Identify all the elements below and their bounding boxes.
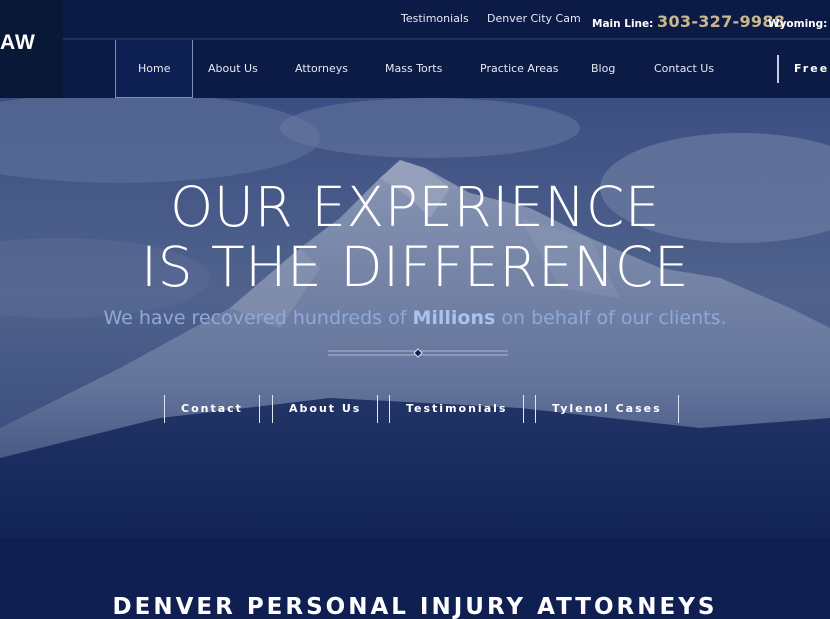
nav-item-mass-torts[interactable]: Mass Torts <box>385 40 442 98</box>
wyoming-label: Wyoming: <box>768 18 828 30</box>
tagline-text-before: We have recovered hundreds of <box>103 307 407 329</box>
logo-container[interactable]: AW <box>0 0 63 98</box>
hero-button-tylenol-cases[interactable]: Tylenol Cases <box>535 395 679 423</box>
tagline-highlight: Millions <box>412 307 496 329</box>
logo-text[interactable]: AW <box>0 31 36 55</box>
wyoming-phone[interactable]: Wyoming: 3 <box>768 12 830 31</box>
nav-divider <box>777 55 779 83</box>
free-consultation-button[interactable]: Free <box>794 40 829 98</box>
nav-item-contact-us[interactable]: Contact Us <box>654 40 714 98</box>
nav-item-practice-areas[interactable]: Practice Areas <box>480 40 558 98</box>
nav-item-blog[interactable]: Blog <box>591 40 615 98</box>
hero-section: OUR EXPERIENCE IS THE DIFFERENCE We have… <box>0 98 830 538</box>
main-navigation: Home About Us Attorneys Mass Torts Pract… <box>63 40 830 98</box>
hero-button-about-us[interactable]: About Us <box>272 395 379 423</box>
hero-headline-line1: OUR EXPERIENCE <box>169 175 661 239</box>
main-line-label: Main Line: <box>592 18 654 30</box>
tagline-text-after: on behalf of our clients. <box>501 307 727 329</box>
main-line-number[interactable]: 303-327-9988 <box>657 12 785 31</box>
top-link-denver-city-cam[interactable]: Denver City Cam <box>487 12 581 25</box>
diamond-divider-icon <box>328 348 508 358</box>
nav-item-about-us[interactable]: About Us <box>208 40 258 98</box>
hero-button-contact[interactable]: Contact <box>164 395 260 423</box>
main-line-phone[interactable]: Main Line: 303-327-9988 <box>592 12 785 31</box>
hero-headline-line2: IS THE DIFFERENCE <box>140 235 690 299</box>
nav-item-home[interactable]: Home <box>115 40 194 98</box>
hero-tagline: We have recovered hundreds of Millions o… <box>0 307 830 329</box>
nav-item-attorneys[interactable]: Attorneys <box>295 40 348 98</box>
hero-button-testimonials[interactable]: Testimonials <box>389 395 525 423</box>
top-link-testimonials[interactable]: Testimonials <box>401 12 469 25</box>
section-title: DENVER PERSONAL INJURY ATTORNEYS <box>112 594 718 619</box>
